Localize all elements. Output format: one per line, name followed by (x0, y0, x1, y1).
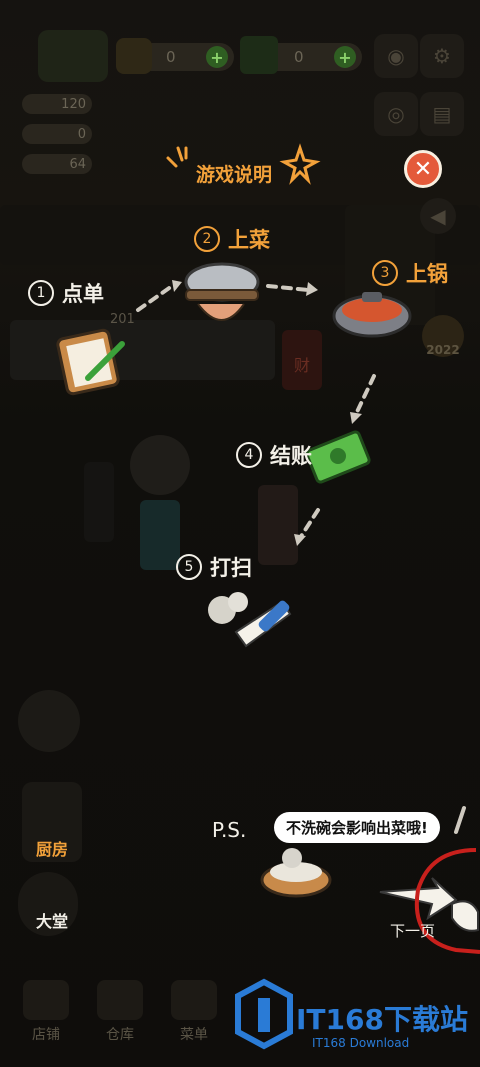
nav-menu-label: 菜单 (180, 1027, 208, 1043)
dumpling-plate-icon (260, 848, 332, 898)
nav-shop-label: 店铺 (32, 1027, 60, 1043)
delivery-icon[interactable] (18, 690, 80, 752)
serving-cloche-icon (184, 262, 260, 321)
nav-shop[interactable]: 店铺 (16, 980, 76, 1044)
kitchen-menu[interactable]: 厨房 (22, 782, 82, 862)
step-1-label: 点单 (62, 282, 104, 306)
watermark-sub: IT168 Download (312, 1036, 410, 1050)
arrow-2-3 (266, 284, 310, 292)
broom-icon (208, 592, 292, 648)
hand-pointer-icon (451, 900, 479, 932)
hall-label: 大堂 (36, 912, 69, 931)
clipboard-icon (56, 328, 125, 396)
step-3-num: 3 (372, 260, 398, 286)
step-4-label: 结账 (270, 444, 312, 468)
nav-warehouse[interactable]: 仓库 (90, 980, 150, 1044)
shop-icon (23, 980, 69, 1020)
arrow-4-5 (298, 508, 320, 540)
it168-logo-icon (234, 978, 294, 1050)
step-2: 2 上菜 (194, 224, 270, 254)
nav-menu[interactable]: 菜单 (164, 980, 224, 1044)
step-1-num: 1 (28, 280, 54, 306)
tutorial-title: 游戏说明 (196, 164, 273, 186)
step-5-num: 5 (176, 554, 202, 580)
arrow-3-4 (354, 374, 376, 416)
warehouse-icon (97, 980, 143, 1020)
step-3-label: 上锅 (406, 262, 448, 286)
step-3: 3 上锅 (372, 258, 448, 288)
hall-menu[interactable]: 大堂 (18, 872, 78, 936)
ps-text: 不洗碗会影响出菜哦! (286, 819, 428, 837)
cash-stack-icon (305, 430, 371, 484)
nav-warehouse-label: 仓库 (106, 1027, 134, 1043)
next-page-button[interactable]: 下一页 (390, 920, 435, 941)
step-1: 1 点单 (28, 278, 104, 308)
step-4: 4 结账 (236, 440, 312, 470)
watermark-brand: IT168下载站 (296, 1003, 468, 1036)
ps-label: P.S. (212, 818, 247, 842)
hotpot-icon (332, 292, 412, 338)
sparkle-left-icon (166, 146, 188, 168)
step-4-num: 4 (236, 442, 262, 468)
kitchen-label: 厨房 (36, 840, 69, 859)
arrow-1-2 (136, 284, 174, 312)
close-button[interactable]: ✕ (404, 150, 442, 188)
pencil-icon (454, 806, 466, 834)
step-5-label: 打扫 (210, 556, 252, 580)
step-2-num: 2 (194, 226, 220, 252)
step-5: 5 打扫 (176, 552, 252, 582)
step-2-label: 上菜 (228, 228, 270, 252)
menu-icon (171, 980, 217, 1020)
sparkle-star-icon (279, 143, 321, 185)
ps-speech-bubble: 不洗碗会影响出菜哦! (274, 812, 440, 843)
